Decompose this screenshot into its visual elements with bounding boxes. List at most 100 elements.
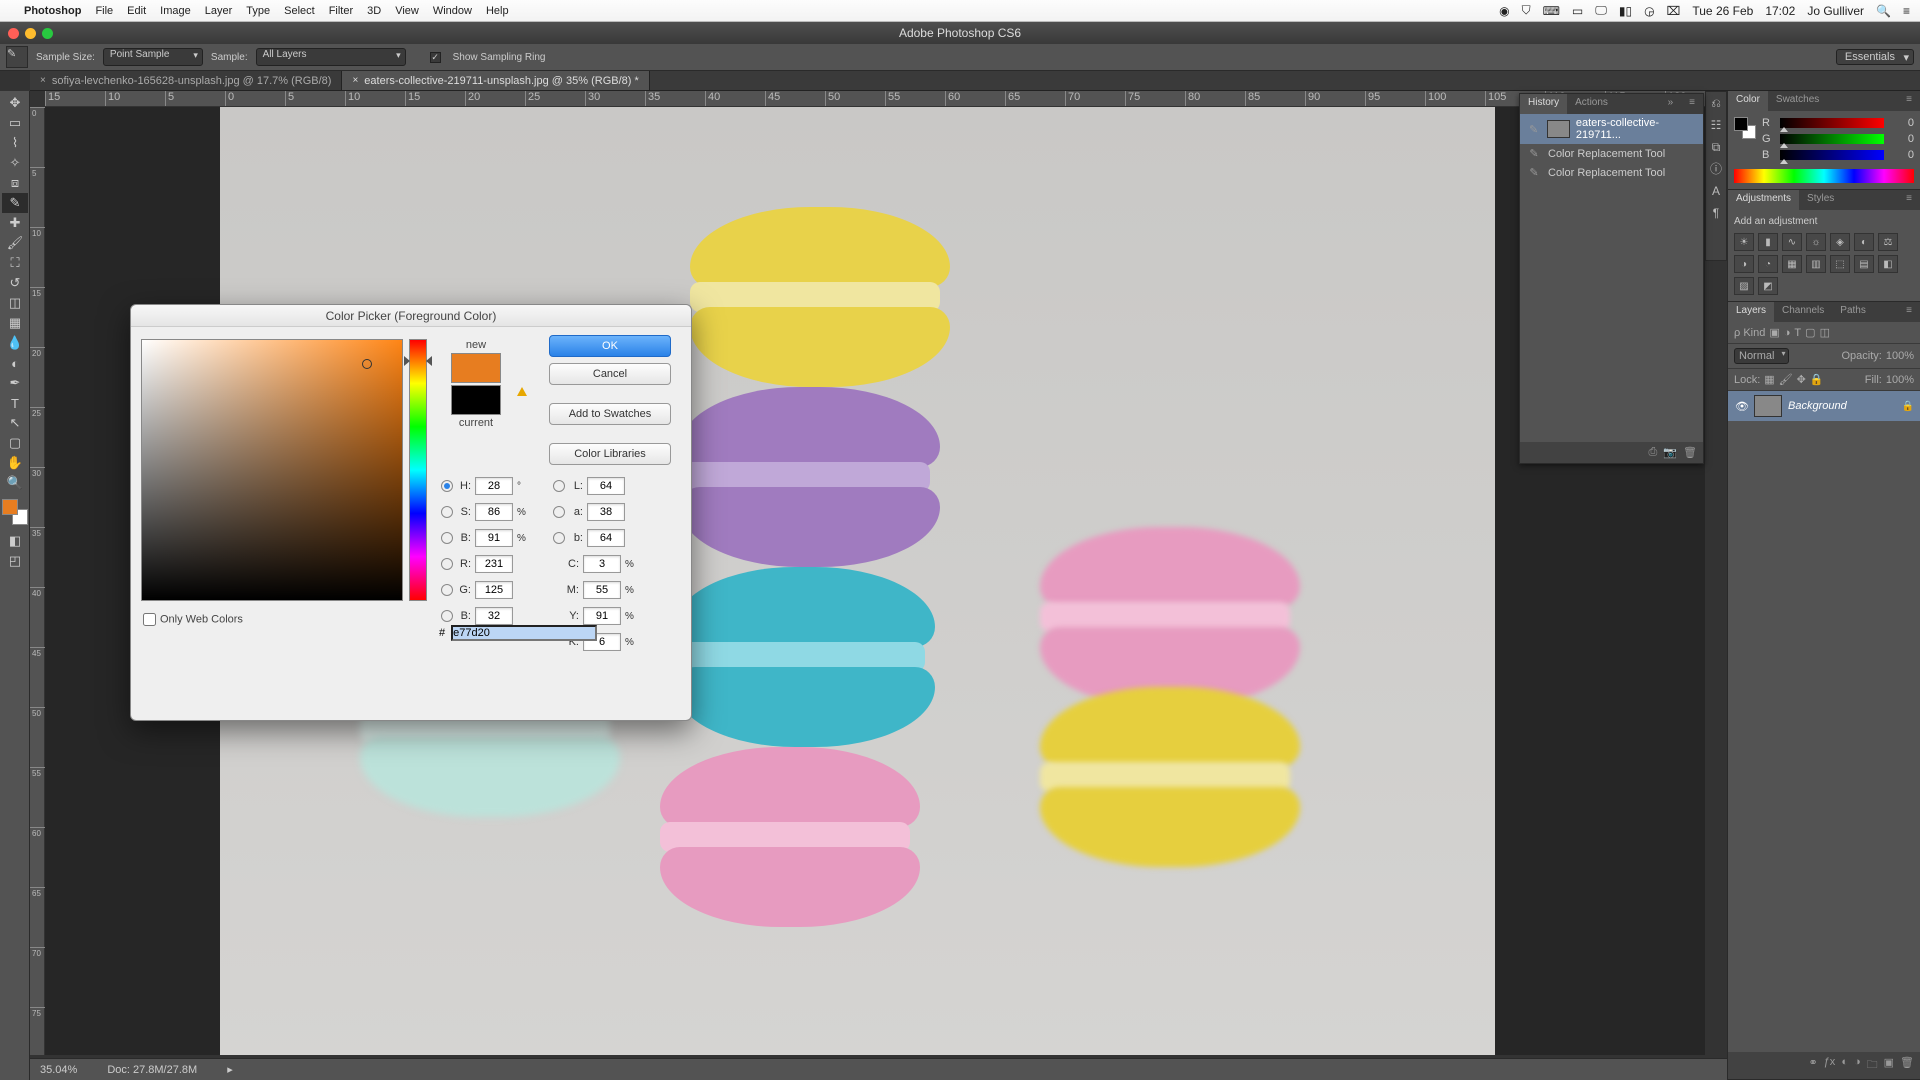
wand-tool[interactable]: ✧ bbox=[2, 153, 28, 173]
show-ring-checkbox[interactable]: ✓ bbox=[430, 52, 441, 63]
keyboard-icon[interactable]: ⌧ bbox=[1667, 4, 1681, 18]
link-icon[interactable]: ⚭ bbox=[1808, 1056, 1817, 1075]
shape-tool[interactable]: ▢ bbox=[2, 433, 28, 453]
kind-filter[interactable]: ρ Kind bbox=[1734, 327, 1765, 339]
new-layer-icon[interactable]: ▣ bbox=[1884, 1056, 1894, 1075]
status-icon[interactable]: ◉ bbox=[1499, 4, 1509, 18]
r-field[interactable] bbox=[475, 555, 513, 573]
crop-tool[interactable]: ⧈ bbox=[2, 173, 28, 193]
display-icon[interactable]: 🖵 bbox=[1595, 3, 1607, 18]
hand-tool[interactable]: ✋ bbox=[2, 453, 28, 473]
tab-swatches[interactable]: Swatches bbox=[1768, 91, 1827, 111]
fg-swatch-mini[interactable] bbox=[1734, 117, 1748, 131]
info-panel-icon[interactable]: ⓘ bbox=[1706, 158, 1726, 180]
new-snapshot-icon[interactable]: ⎙ bbox=[1649, 446, 1658, 459]
screenmode-toggle[interactable]: ◰ bbox=[2, 551, 28, 571]
foreground-color-swatch[interactable] bbox=[2, 499, 18, 515]
menu-icon[interactable]: ≡ bbox=[1903, 4, 1910, 18]
menu-filter[interactable]: Filter bbox=[329, 5, 353, 17]
tab-actions[interactable]: Actions bbox=[1567, 94, 1616, 114]
collapse-icon[interactable]: » bbox=[1660, 94, 1682, 114]
close-icon[interactable]: × bbox=[40, 75, 46, 86]
sv-cursor[interactable] bbox=[362, 359, 372, 369]
menu-view[interactable]: View bbox=[395, 5, 419, 17]
character-panel-icon[interactable]: A bbox=[1706, 180, 1726, 202]
healing-tool[interactable]: ✚ bbox=[2, 213, 28, 233]
add-to-swatches-button[interactable]: Add to Swatches bbox=[549, 403, 671, 425]
ok-button[interactable]: OK bbox=[549, 335, 671, 357]
l-field[interactable] bbox=[587, 477, 625, 495]
adj-photo-filter-icon[interactable]: ◔ bbox=[1758, 255, 1778, 273]
layer-item[interactable]: 👁 Background 🔒 bbox=[1728, 391, 1920, 421]
adj-gradient-map-icon[interactable]: ▨ bbox=[1734, 277, 1754, 295]
opacity-value[interactable]: 100% bbox=[1886, 350, 1914, 362]
b-radio[interactable] bbox=[441, 532, 453, 544]
workspace-selector[interactable]: Essentials bbox=[1836, 49, 1914, 65]
r-slider[interactable] bbox=[1780, 118, 1884, 128]
a-radio[interactable] bbox=[553, 506, 565, 518]
tab-paths[interactable]: Paths bbox=[1832, 302, 1874, 322]
adj-selective-color-icon[interactable]: ◩ bbox=[1758, 277, 1778, 295]
clone-panel-icon[interactable]: ⧉ bbox=[1706, 136, 1726, 158]
app-name[interactable]: Photoshop bbox=[24, 5, 81, 17]
b2-radio[interactable] bbox=[441, 610, 453, 622]
r-radio[interactable] bbox=[441, 558, 453, 570]
hex-field[interactable] bbox=[451, 625, 597, 641]
b2-field[interactable] bbox=[475, 607, 513, 625]
brush-presets-icon[interactable]: ☷ bbox=[1706, 114, 1726, 136]
menu-help[interactable]: Help bbox=[486, 5, 509, 17]
tab-layers[interactable]: Layers bbox=[1728, 302, 1774, 322]
r-value[interactable]: 0 bbox=[1890, 117, 1914, 129]
adj-brightness-icon[interactable]: ☀ bbox=[1734, 233, 1754, 251]
type-tool[interactable]: T bbox=[2, 393, 28, 413]
blend-mode-select[interactable]: Normal bbox=[1734, 348, 1789, 364]
b-field[interactable] bbox=[475, 529, 513, 547]
g-radio[interactable] bbox=[441, 584, 453, 596]
s-field[interactable] bbox=[475, 503, 513, 521]
tab-styles[interactable]: Styles bbox=[1799, 190, 1842, 210]
spectrum-ramp[interactable] bbox=[1734, 169, 1914, 183]
m-field[interactable] bbox=[583, 581, 621, 599]
saturation-value-box[interactable] bbox=[141, 339, 403, 601]
spotlight-icon[interactable]: 🔍 bbox=[1876, 4, 1891, 18]
horizontal-ruler[interactable]: 1510505101520253035404550556065707580859… bbox=[45, 91, 1705, 107]
eraser-tool[interactable]: ◫ bbox=[2, 293, 28, 313]
trash-icon[interactable]: 🗑 bbox=[1900, 1056, 1914, 1075]
marquee-tool[interactable]: ▭ bbox=[2, 113, 28, 133]
panel-menu-icon[interactable]: ≡ bbox=[1898, 190, 1920, 210]
history-brush-tool[interactable]: ↺ bbox=[2, 273, 28, 293]
menu-type[interactable]: Type bbox=[246, 5, 270, 17]
history-state[interactable]: ✎eaters-collective-219711... bbox=[1520, 114, 1703, 144]
menu-file[interactable]: File bbox=[95, 5, 113, 17]
h-field[interactable] bbox=[475, 477, 513, 495]
visibility-icon[interactable]: 👁 bbox=[1734, 400, 1750, 413]
shield-icon[interactable]: ⛉ bbox=[1522, 3, 1531, 18]
adjustment-icon[interactable]: ◑ bbox=[1854, 1056, 1861, 1075]
adj-vibrance-icon[interactable]: ◈ bbox=[1830, 233, 1850, 251]
hue-slider[interactable] bbox=[409, 339, 427, 601]
zoom-window-button[interactable] bbox=[42, 28, 53, 39]
zoom-level[interactable]: 35.04% bbox=[40, 1064, 77, 1076]
c-field[interactable] bbox=[583, 555, 621, 573]
pen-tool[interactable]: ✒ bbox=[2, 373, 28, 393]
menu-3d[interactable]: 3D bbox=[367, 5, 381, 17]
menu-window[interactable]: Window bbox=[433, 5, 472, 17]
menu-edit[interactable]: Edit bbox=[127, 5, 146, 17]
b-value[interactable]: 0 bbox=[1890, 149, 1914, 161]
brush-panel-icon[interactable]: ⎌ bbox=[1706, 92, 1726, 114]
zoom-tool[interactable]: 🔍 bbox=[2, 473, 28, 493]
tab-adjustments[interactable]: Adjustments bbox=[1728, 190, 1799, 210]
y-field[interactable] bbox=[583, 607, 621, 625]
history-state[interactable]: ✎Color Replacement Tool bbox=[1520, 144, 1703, 163]
status-chevron-icon[interactable]: ▸ bbox=[227, 1063, 233, 1076]
gradient-tool[interactable]: ▦ bbox=[2, 313, 28, 333]
quickmask-toggle[interactable]: ◧ bbox=[2, 531, 28, 551]
color-swatches[interactable] bbox=[2, 499, 28, 525]
trash-icon[interactable]: 🗑 bbox=[1683, 446, 1697, 459]
sample-select[interactable]: All Layers bbox=[256, 48, 406, 66]
adj-color-lookup-icon[interactable]: ▥ bbox=[1806, 255, 1826, 273]
menu-layer[interactable]: Layer bbox=[205, 5, 233, 17]
gamut-warning[interactable] bbox=[517, 387, 529, 399]
g-value[interactable]: 0 bbox=[1890, 133, 1914, 145]
document-tab[interactable]: ×eaters-collective-219711-unsplash.jpg @… bbox=[342, 71, 649, 90]
